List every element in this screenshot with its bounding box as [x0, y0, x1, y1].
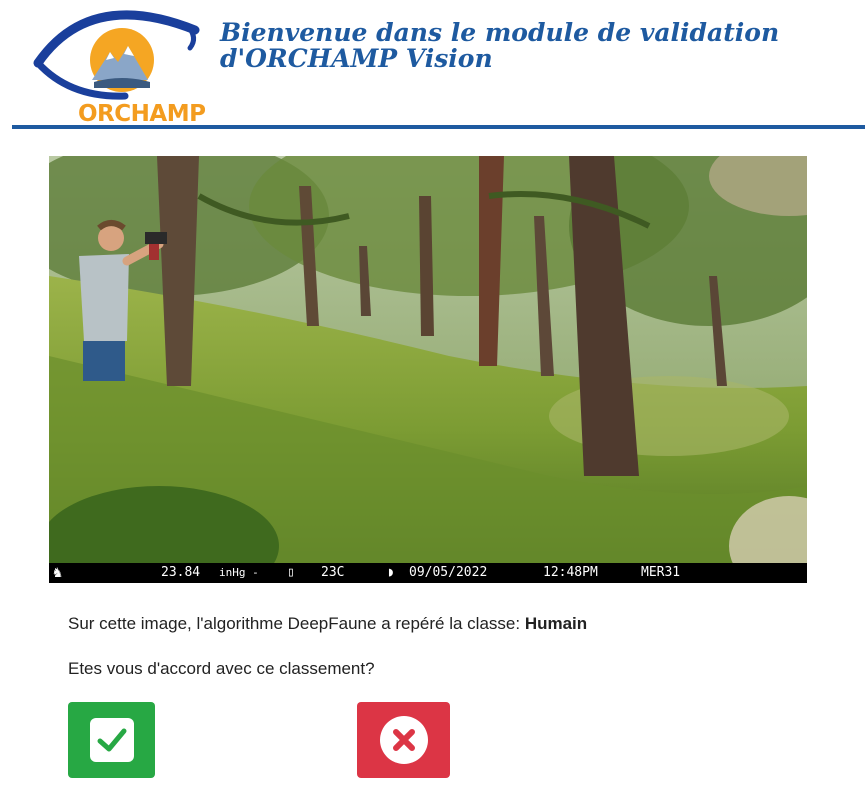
moon-phase-icon: ◗: [387, 565, 395, 580]
camera-trap-image: ♞ 23.84 inHg - ▯ 23C ◗ 09/05/2022 12:48P…: [49, 156, 807, 583]
agreement-prompt: Etes vous d'accord avec ce classement?: [68, 659, 375, 678]
disagree-button[interactable]: [357, 702, 450, 778]
browning-logo-icon: ♞: [53, 563, 63, 581]
eye-logo-icon: [33, 10, 200, 100]
camera-info-strip: ♞ 23.84 inHg - ▯ 23C ◗ 09/05/2022 12:48P…: [49, 563, 807, 583]
stamp-temperature: 23C: [321, 565, 345, 580]
header-divider: [12, 125, 865, 129]
stamp-pressure: 23.84: [161, 565, 201, 580]
detection-statement: Sur cette image, l'algorithme DeepFaune …: [68, 614, 587, 634]
page-title: Bienvenue dans le module de validation d…: [220, 20, 779, 72]
detection-prefix: Sur cette image, l'algorithme DeepFaune …: [68, 614, 525, 633]
times-circle-icon: [379, 716, 428, 764]
thermometer-icon: ▯: [287, 565, 295, 580]
detected-class: Humain: [524, 614, 588, 633]
page-title-line2: d'ORCHAMP Vision: [220, 44, 493, 73]
agree-button[interactable]: [68, 702, 155, 778]
orchamp-logo: ORCHAMP: [30, 8, 206, 127]
stamp-time: 12:48PM: [543, 565, 598, 580]
stamp-camera-id: MER31: [641, 565, 681, 580]
check-square-icon: [89, 718, 134, 762]
stamp-pressure-unit: inHg -: [219, 566, 259, 579]
logo-text: ORCHAMP: [78, 101, 206, 127]
page-title-line1: Bienvenue dans le module de validation: [220, 18, 780, 47]
header: ORCHAMP Bienvenue dans le module de vali…: [0, 0, 865, 132]
stamp-date: 09/05/2022: [409, 565, 488, 580]
